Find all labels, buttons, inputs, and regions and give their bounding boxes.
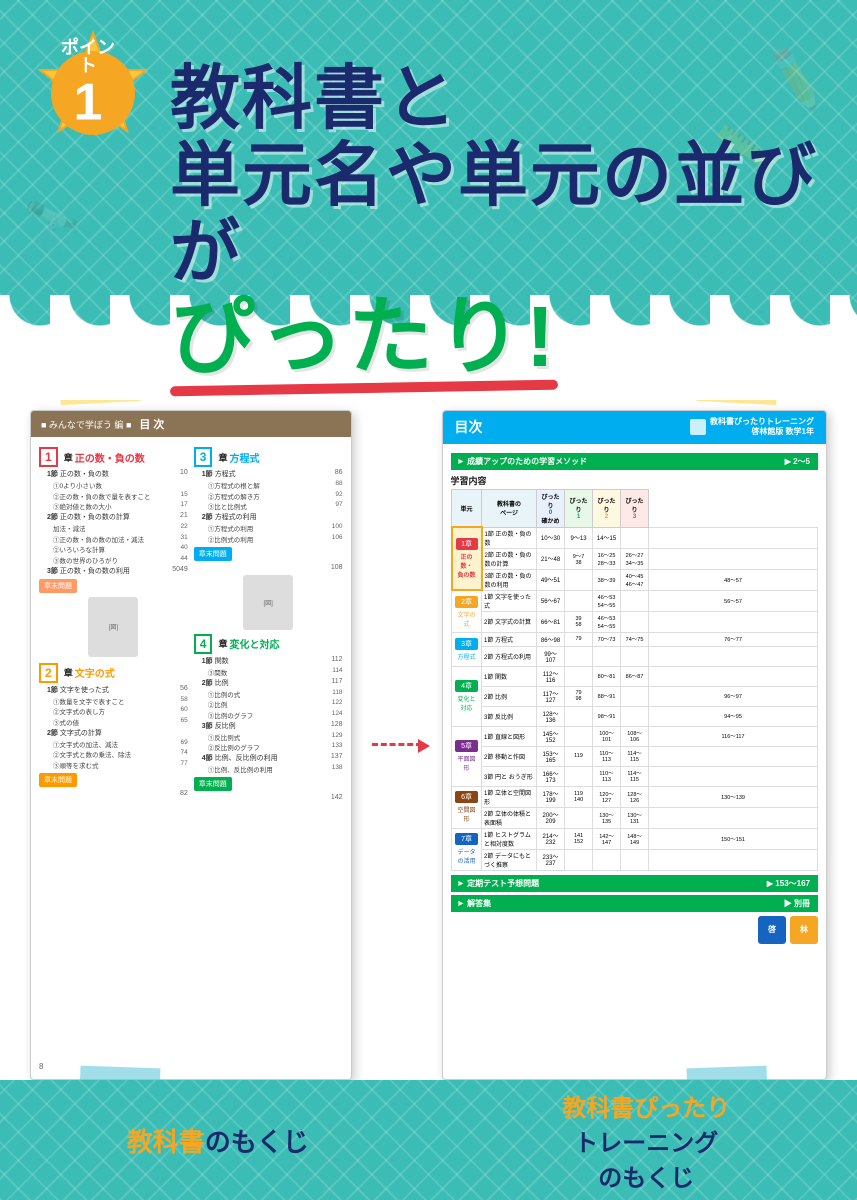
bottom-labels: 教科書のもくじ 教科書ぴったり トレーニング のもくじ: [0, 1080, 857, 1200]
chapter4-title: 変化と対応: [229, 636, 279, 651]
label-left-kanji: 教科書: [127, 1127, 205, 1157]
chapter1-row-1: 1章 正の数・負の数 1節 正の数・負の数 10～30 9～13 14～15: [452, 527, 818, 548]
chapter5-row-3: 3節 円と おうぎ形 166～173 110～113 114～115: [452, 766, 818, 786]
book-right-header: 目次 教科書ぴったりトレーニング 啓林館版 数学1年: [443, 411, 826, 444]
chapter1-num: 1: [39, 447, 58, 467]
point-number: 1: [58, 77, 118, 129]
book-right-title: 目次: [455, 417, 483, 437]
chapter4-header: 4 章 変化と対応: [194, 634, 343, 654]
chapter4-row-3: 3節 反比例 128～136 98～91 94～95: [452, 706, 818, 726]
label-right-line2: トレーニング: [562, 1123, 730, 1158]
bottom-label-right: 教科書ぴったり トレーニング のもくじ: [562, 1088, 730, 1193]
label-right-line3: のもくじ: [562, 1158, 730, 1193]
chapter3-row-1: 3章 方程式 1節 方程式 86～98 79 70～73 74～75 76～77: [452, 632, 818, 646]
label-right-line1: 教科書ぴったり: [562, 1088, 730, 1123]
page-number: 8: [39, 1062, 43, 1071]
book-right-content: 成績アップのための学習メソッド ▶ 2～5 学習内容 単元 教科書のページ ぴっ…: [443, 444, 826, 950]
content-table: 単元 教科書のページ ぴったり0確かめ ぴったり1 ぴったり2 ぴったり3: [451, 489, 818, 871]
chapter7-row-2: 2節 データにもとづく推察 233～237: [452, 849, 818, 870]
book-left-header-title: 目 次: [139, 416, 164, 432]
label-left-suffix: のもくじ: [205, 1127, 309, 1157]
chapter7-row-1: 7章 データの活用 1節 ヒストグラムと相対度数 214～232 141152 …: [452, 828, 818, 849]
section3-bar: 定期テスト予想問題 ▶ 153～167: [451, 875, 818, 892]
section1: 1節正の数・負の数10: [39, 469, 188, 479]
heading-line3: ぴったり!: [170, 291, 558, 385]
books-section: ■ みんなで学ぼう 編 ■ 目 次 1 章 正の数・負の数: [0, 390, 857, 1200]
bottom-label-left: 教科書のもくじ: [127, 1122, 309, 1159]
heading-line2: 単元名や単元の並びが: [170, 137, 837, 291]
chapter2-num: 2: [39, 663, 58, 683]
point-label: ポイント: [58, 39, 118, 75]
section2-label: 学習内容: [451, 474, 818, 487]
heading-line1: 教科書と: [170, 60, 837, 137]
section4-bar: 解答集 ▶ 別冊: [451, 895, 818, 912]
chapter1-row-3: 3節 正の数・負の数の利用 49～51 38～39 40～4546～47 48～…: [452, 569, 818, 590]
chapter2-header: 2 章 文字の式: [39, 663, 188, 683]
chapter6-row-2: 2節 立体の体積と表面積 200～209 130～135 130～131: [452, 807, 818, 828]
main-heading: 教科書と 単元名や単元の並びが ぴったり!: [170, 60, 837, 385]
chapter3-row-2: 2節 方程式の利用 99～107: [452, 646, 818, 666]
chapter3-header: 3 章 方程式: [194, 447, 343, 467]
book-left-content: 1 章 正の数・負の数 1節正の数・負の数10 ①0より小さい数 ②正の数・負の…: [31, 437, 351, 807]
page-wrapper: ✏️ 📏 🔭 ポイント 1 教科書と 単元名や単元の並びが ぴったり!: [0, 0, 857, 1200]
chapter5-row-2: 2節 移動と作図 153～165 119 110～113 114～115: [452, 746, 818, 766]
book-right: 目次 教科書ぴったりトレーニング 啓林館版 数学1年 成績アップのための学習メソ…: [442, 410, 827, 1080]
point-badge: ポイント 1: [28, 28, 148, 148]
chapter2-row-2: 2節 文字式の計算 66～81 3958 46～5354～55: [452, 611, 818, 632]
book-left-header-label: ■ みんなで学ぼう 編 ■: [41, 418, 131, 431]
deco-compass: 🔭: [18, 197, 85, 261]
chapter1-row-2: 2節 正の数・負の数の計算 21～48 9～738 16～2528～33 26～…: [452, 548, 818, 569]
chapter6-row-1: 6章 空間図形 1節 立体と空間図形 178～199 119140 120～12…: [452, 786, 818, 807]
chapter1-header: 1 章 正の数・負の数: [39, 447, 188, 467]
book-left-header: ■ みんなで学ぼう 編 ■ 目 次: [31, 411, 351, 437]
section3: 3節正の数・負の数の利用49 50: [39, 566, 188, 576]
chapter3-num: 3: [194, 447, 213, 467]
chapter2-title: 文字の式: [75, 665, 115, 680]
chapter2-row-1: 2章 文字の式 1節 文字を使った式 56～67 46～5354～55 56～5…: [452, 590, 818, 611]
book-right-sub: 教科書ぴったりトレーニング 啓林館版 数学1年: [710, 417, 814, 438]
chapter5-row-1: 5章 平面図形 1節 直線と図形 145～152 100～101 108～106…: [452, 726, 818, 746]
chapter4-row-2: 2節 比例 117～127 7998 88～91 96～97: [452, 686, 818, 706]
book-left: ■ みんなで学ぼう 編 ■ 目 次 1 章 正の数・負の数: [30, 410, 352, 1080]
section1-bar: 成績アップのための学習メソッド ▶ 2～5: [451, 453, 818, 470]
chapter4-num: 4: [194, 634, 213, 654]
chapter1-title: 正の数・負の数: [75, 450, 145, 465]
chapter3-title: 方程式: [229, 450, 259, 465]
section2: 2節正の数・負の数の計算21: [39, 512, 188, 522]
review-box1: 章末問題: [39, 579, 77, 593]
chapter4-row-1: 4章 変化と対応 1節 関数 112～116 80～81 86～87: [452, 666, 818, 686]
